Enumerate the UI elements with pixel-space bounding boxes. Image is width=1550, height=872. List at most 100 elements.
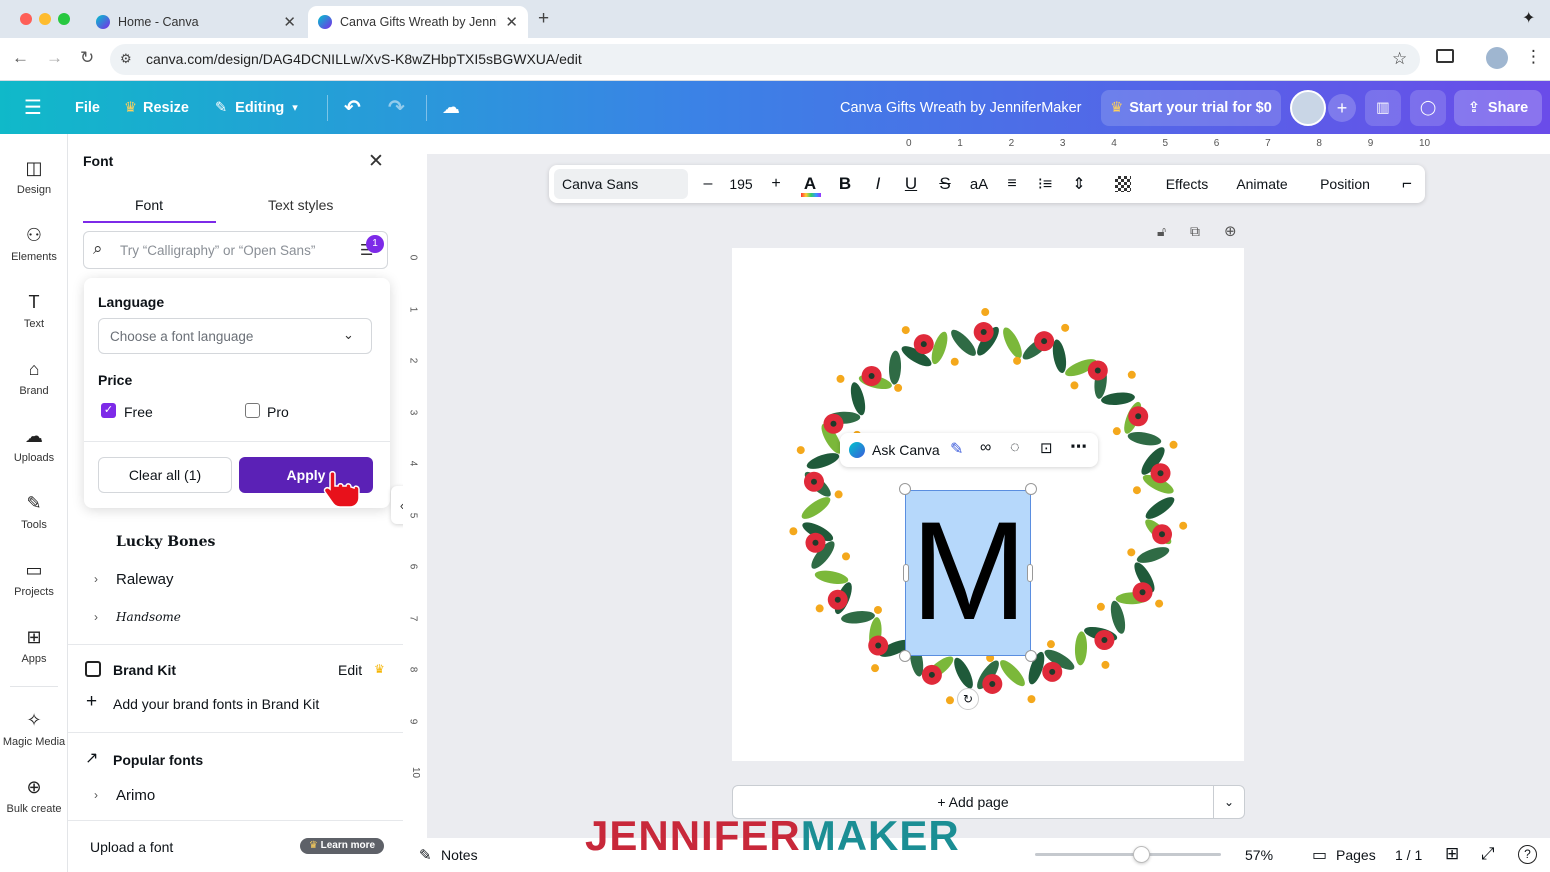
decrease-font-size-button[interactable]: – [697,165,719,203]
font-item-handsome[interactable]: Handsome [116,610,181,624]
editing-mode-button[interactable]: ✎ Editing ▾ [215,81,298,134]
sidebar-item-design[interactable]: ◫ Design [0,158,68,196]
free-checkbox[interactable]: ✓ [101,403,116,418]
monogram-letter[interactable]: M [906,501,1032,641]
sidebar-item-bulk-create[interactable]: ⊕ Bulk create [0,777,68,815]
italic-icon[interactable]: I [867,165,889,203]
close-tab-icon[interactable]: ✕ [283,13,296,31]
text-color-icon[interactable]: A [799,165,821,203]
browser-tab-design[interactable]: Canva Gifts Wreath by JenniferMaker ✕ [308,6,528,38]
font-item-arimo[interactable]: Arimo [116,787,155,804]
brand-kit-edit-link[interactable]: Edit [338,662,362,678]
sidebar-item-tools[interactable]: ✎ Tools [0,493,68,531]
chevron-down-icon[interactable]: ⌄ [1214,786,1244,818]
bold-icon[interactable]: B [834,165,856,203]
cloud-saved-icon[interactable]: ☁ [442,81,460,134]
start-trial-button[interactable]: ♛ Start your trial for $0 [1101,90,1281,126]
add-collaborator-icon[interactable]: + [1328,94,1356,122]
grid-view-icon[interactable]: ⊞ [1445,844,1459,864]
pro-checkbox[interactable] [245,403,260,418]
animate-button[interactable]: Animate [1229,165,1295,203]
site-settings-icon[interactable]: ⚙ [120,51,132,67]
add-page-icon[interactable]: ⊕ [1224,222,1237,240]
more-options-icon[interactable]: ⋯ [1070,437,1087,457]
notes-button[interactable]: Notes [441,847,478,863]
profile-avatar[interactable] [1486,47,1508,69]
pages-button[interactable]: Pages [1336,847,1376,863]
minimize-window-dot[interactable] [39,13,51,25]
increase-font-size-button[interactable]: + [765,165,787,203]
share-button[interactable]: ⇪ Share [1454,90,1542,126]
rotate-handle-icon[interactable]: ↻ [957,688,979,710]
back-icon[interactable]: ← [12,48,29,68]
underline-icon[interactable]: U [900,165,922,203]
language-dropdown[interactable]: Choose a font language ⌄ [98,318,372,354]
undo-icon[interactable]: ↶ [344,81,361,134]
close-panel-icon[interactable]: ✕ [368,150,384,173]
upload-font-link[interactable]: Upload a font [90,839,173,855]
zoom-slider-track[interactable] [1035,853,1221,856]
font-item-lucky-bones[interactable]: Lucky Bones [116,534,215,550]
reload-icon[interactable]: ↻ [80,48,94,68]
duplicate-page-icon[interactable]: ⧉ [1190,223,1200,240]
close-window-dot[interactable] [20,13,32,25]
lock-page-icon[interactable]: 🔓︎ [1157,223,1166,240]
strikethrough-icon[interactable]: S [934,165,956,203]
resize-handle[interactable] [1025,650,1037,662]
zoom-slider-thumb[interactable] [1133,846,1151,863]
sidebar-item-apps[interactable]: ⊞ Apps [0,627,68,665]
sidebar-item-uploads[interactable]: ☁ Uploads [0,426,68,464]
fullscreen-icon[interactable]: ⤢ [1481,844,1495,864]
url-field[interactable]: ⚙ canva.com/design/DAG4DCNILLw/XvS-K8wZH… [110,44,1420,75]
align-center-icon[interactable]: ≡ [1001,165,1023,203]
design-page[interactable]: M ↻ Ask Canva ✎ ∞ ◌ ⊡ ⋯ [732,248,1244,761]
link-icon[interactable]: ∞ [980,439,991,457]
clear-all-button[interactable]: Clear all (1) [98,457,232,493]
letter-case-icon[interactable]: aA [967,165,991,203]
resize-handle[interactable] [899,650,911,662]
resize-handle[interactable] [899,483,911,495]
chevron-right-icon[interactable]: › [94,572,98,586]
tab-search-icon[interactable] [1436,49,1454,63]
learn-more-badge[interactable]: ♛ Learn more [300,838,384,854]
font-item-raleway[interactable]: Raleway [116,571,174,588]
redo-icon[interactable]: ↷ [388,81,405,134]
maximize-window-dot[interactable] [58,13,70,25]
new-tab-icon[interactable]: + [538,8,549,30]
font-search-input[interactable]: ⌕ Try “Calligraphy” or “Open Sans” ☰ 1 [83,231,388,269]
font-size-input[interactable]: 195 [721,165,761,203]
resize-button[interactable]: ♛ Resize [124,81,189,134]
gemini-sparkle-icon[interactable]: ✦ [1522,8,1535,28]
effects-button[interactable]: Effects [1154,165,1220,203]
chevron-right-icon[interactable]: › [94,788,98,802]
ask-canva-button[interactable]: Ask Canva [872,442,940,458]
sidebar-item-magic-media[interactable]: ✧ Magic Media [0,710,68,748]
comments-icon[interactable]: ◯ [1410,90,1446,126]
resize-handle[interactable] [1027,564,1033,582]
add-brand-fonts-link[interactable]: Add your brand fonts in Brand Kit [113,696,319,712]
paint-roller-icon[interactable]: ⌐ [1395,165,1419,203]
hamburger-menu-icon[interactable]: ☰ [24,81,42,134]
magic-wand-icon[interactable]: ✎ [950,439,963,459]
tab-font[interactable]: Font [135,197,163,213]
browser-menu-icon[interactable]: ⋮ [1525,47,1542,67]
resize-handle[interactable] [1025,483,1037,495]
zoom-level[interactable]: 57% [1245,847,1273,863]
sidebar-item-elements[interactable]: ⚇ Elements [0,225,68,263]
resize-handle[interactable] [903,564,909,582]
browser-tab-home[interactable]: Home - Canva ✕ [86,6,306,38]
selected-text-box[interactable]: M [905,490,1031,656]
bookmark-star-icon[interactable]: ☆ [1392,49,1407,69]
document-title[interactable]: Canva Gifts Wreath by JenniferMaker [840,81,1082,134]
sidebar-item-brand[interactable]: ⌂ Brand [0,359,68,397]
spacing-icon[interactable]: ⇕ [1068,165,1090,203]
insights-chart-icon[interactable]: ▥ [1365,90,1401,126]
user-avatar[interactable] [1290,90,1326,126]
lock-icon[interactable]: ⊡ [1040,439,1053,457]
comment-add-icon[interactable]: ◌ [1010,439,1020,457]
help-icon[interactable]: ? [1518,845,1537,864]
sidebar-item-text[interactable]: T Text [0,292,68,330]
file-menu[interactable]: File [75,81,100,134]
chevron-right-icon[interactable]: › [94,610,98,624]
close-tab-icon[interactable]: ✕ [505,13,518,31]
